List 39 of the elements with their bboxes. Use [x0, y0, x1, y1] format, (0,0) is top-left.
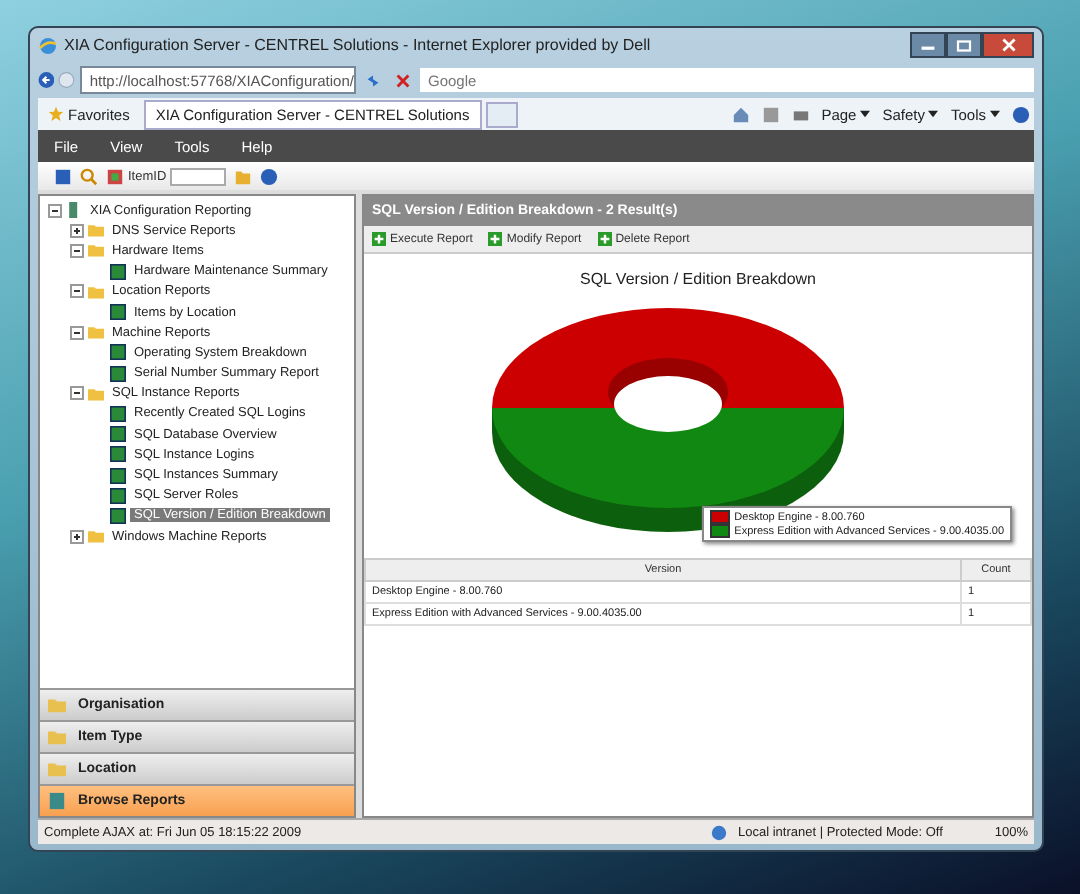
globe-icon: [710, 823, 728, 841]
home-icon[interactable]: [731, 105, 750, 123]
star-icon: [48, 106, 64, 122]
stop-icon[interactable]: [393, 71, 412, 89]
donut-hole: [614, 376, 722, 432]
expander-icon[interactable]: [70, 325, 86, 340]
grid-icon[interactable]: [106, 167, 124, 185]
book-icon: [48, 792, 66, 810]
close-icon: [1001, 38, 1015, 52]
item-id-field[interactable]: [170, 167, 227, 185]
globe-icon: [38, 35, 58, 55]
folder-icon: [88, 385, 104, 402]
folder-icon: [88, 528, 104, 545]
caret-icon: [990, 110, 1000, 118]
plus-icon: [488, 232, 503, 246]
minimize-button[interactable]: [910, 32, 946, 58]
expander-icon[interactable]: [70, 386, 86, 401]
plus-icon: [597, 232, 612, 246]
report-icon: [110, 263, 126, 280]
maximize-button[interactable]: [946, 32, 982, 58]
close-button[interactable]: [982, 32, 1034, 58]
expander-icon[interactable]: [48, 203, 64, 218]
server-icon: [66, 202, 82, 219]
caret-icon: [860, 110, 871, 118]
expander-icon[interactable]: [70, 529, 86, 544]
plus-icon: [372, 232, 386, 246]
report-icon: [110, 304, 126, 321]
expander-icon[interactable]: [70, 284, 86, 299]
search-icon[interactable]: [80, 167, 98, 185]
folder-icon: [88, 283, 104, 300]
expander-icon[interactable]: [70, 223, 86, 238]
window-title: XIA Configuration Server - CENTREL Solutions - Internet Explorer provided by Dell: [64, 36, 653, 54]
back-button[interactable]: [38, 66, 55, 94]
chart-title: SQL Version / Edition Breakdown: [580, 270, 816, 288]
expander-icon[interactable]: [70, 243, 86, 258]
caret-icon: [928, 110, 939, 118]
maximize-icon: [956, 39, 972, 51]
save-icon[interactable]: [54, 167, 72, 185]
folder-icon: [88, 324, 104, 341]
